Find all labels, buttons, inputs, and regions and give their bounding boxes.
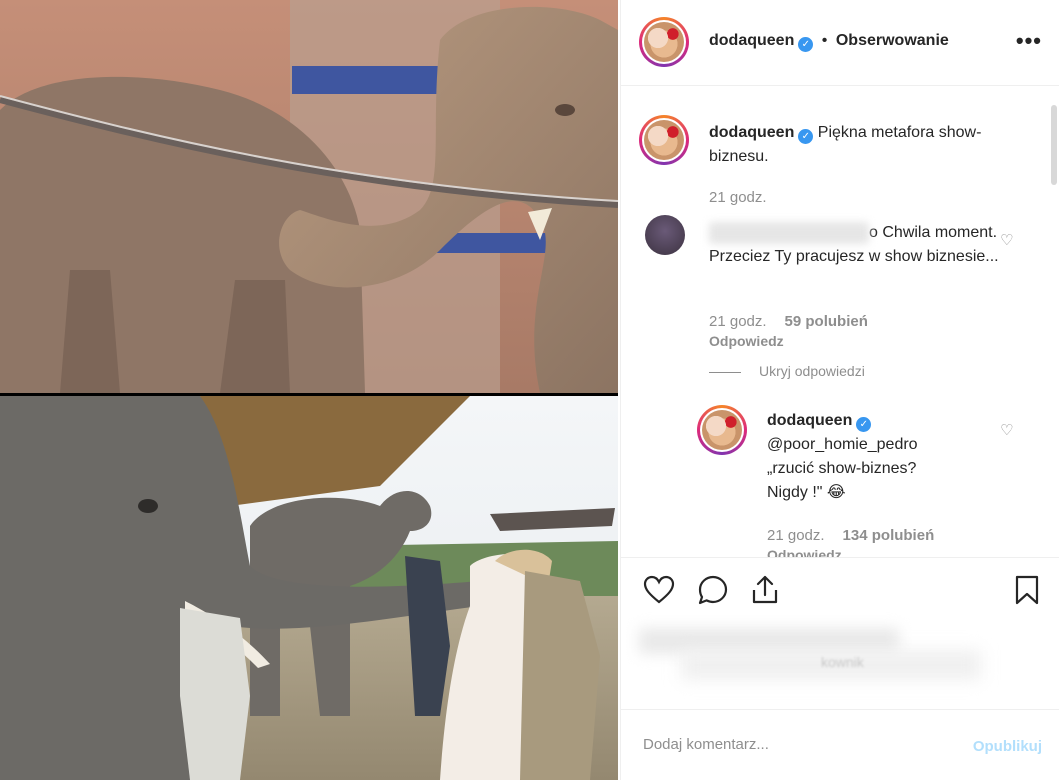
likes-blurred-text: kownik xyxy=(821,654,864,670)
divider xyxy=(709,371,741,373)
comment-likes[interactable]: 59 polubień xyxy=(785,313,868,330)
reply-text-line2: Nigdy !" 😂 xyxy=(767,484,846,501)
comment-reply-button[interactable]: Odpowiedz xyxy=(709,333,784,349)
commenter-username-suffix: o xyxy=(869,224,878,241)
reply-like-heart-icon[interactable]: ♡ xyxy=(1000,421,1013,439)
author-username[interactable]: dodaqueen xyxy=(709,32,794,49)
caption-time[interactable]: 21 godz. xyxy=(709,189,767,206)
comment-input[interactable] xyxy=(643,736,943,753)
reply-text-block: dodaqueen ✓ @poor_homie_pedro „rzucić sho… xyxy=(767,409,987,505)
reply-likes[interactable]: 134 polubień xyxy=(843,527,935,544)
comment-text-block: o Chwila moment. Przeciez Ty pracujesz w… xyxy=(709,221,999,269)
heart-icon[interactable] xyxy=(643,574,675,606)
comments-area[interactable]: dodaqueen ✓ Piękna metafora show-biznesu.… xyxy=(621,87,1059,557)
commenter-username-blurred[interactable] xyxy=(709,221,869,244)
comment-like-heart-icon[interactable]: ♡ xyxy=(1000,231,1013,249)
hide-replies-label: Ukryj odpowiedzi xyxy=(759,363,865,379)
commenter-avatar[interactable] xyxy=(645,215,685,255)
post-header: dodaqueen ✓ • Obserwowanie ••• xyxy=(621,0,1059,86)
scrollbar[interactable] xyxy=(1051,105,1057,185)
share-icon[interactable] xyxy=(749,574,781,606)
post-sidebar: dodaqueen ✓ • Obserwowanie ••• dodaqueen ✓… xyxy=(620,0,1059,780)
post-image[interactable] xyxy=(0,0,618,780)
reply-avatar[interactable] xyxy=(697,405,747,455)
reply-username[interactable]: dodaqueen xyxy=(767,412,852,429)
caption-avatar[interactable] xyxy=(639,115,689,165)
comment-time[interactable]: 21 godz. xyxy=(709,313,767,330)
elephant-photo-bottom xyxy=(0,396,618,780)
comment-meta: 21 godz. 59 polubień xyxy=(709,313,868,330)
reply-text-line1: „rzucić show-biznes? xyxy=(767,460,917,477)
verified-icon: ✓ xyxy=(798,129,814,144)
separator-dot: • xyxy=(821,32,828,49)
reply-meta: 21 godz. 134 polubień xyxy=(767,527,934,544)
reply-time[interactable]: 21 godz. xyxy=(767,527,825,544)
more-icon[interactable]: ••• xyxy=(1016,28,1042,54)
caption-username[interactable]: dodaqueen xyxy=(709,124,794,141)
publish-button[interactable]: Opublikuj xyxy=(973,738,1042,755)
action-bar xyxy=(621,557,1059,617)
verified-icon: ✓ xyxy=(798,37,814,52)
comment-icon[interactable] xyxy=(697,574,729,606)
elephant-photo-top xyxy=(0,0,618,393)
reply-mention[interactable]: @poor_homie_pedro xyxy=(767,433,987,457)
follow-state[interactable]: Obserwowanie xyxy=(836,32,949,49)
add-comment-bar: Opublikuj xyxy=(621,709,1059,780)
bookmark-icon[interactable] xyxy=(1011,574,1043,606)
hide-replies-button[interactable]: Ukryj odpowiedzi xyxy=(709,363,865,379)
author-avatar[interactable] xyxy=(639,17,689,67)
likes-section-blurred: kownik xyxy=(621,610,1059,700)
caption-text-block: dodaqueen ✓ Piękna metafora show-biznesu. xyxy=(709,121,1029,169)
verified-icon: ✓ xyxy=(856,417,872,432)
reply-reply-button[interactable]: Odpowiedz xyxy=(767,547,842,557)
author-line: dodaqueen ✓ • Obserwowanie xyxy=(709,32,949,52)
